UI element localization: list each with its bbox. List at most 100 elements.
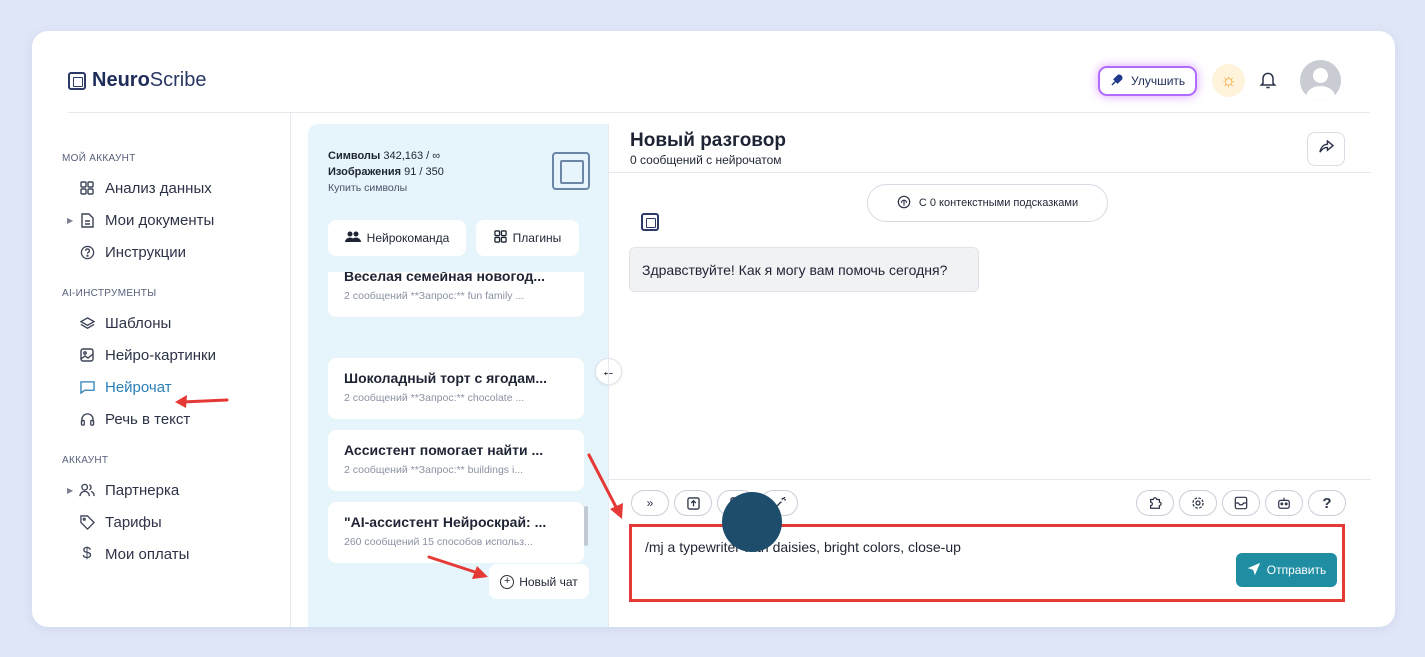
chat-header-divider <box>609 172 1371 173</box>
sidebar-item-my-payments[interactable]: $ Мои оплаты <box>62 538 282 570</box>
plugins-label: Плагины <box>512 231 562 245</box>
send-button[interactable]: Отправить <box>1236 553 1337 587</box>
neuro-team-button[interactable]: Нейрокоманда <box>328 220 466 256</box>
chat-meta: 2 сообщений **Запрос:** chocolate ... <box>344 392 525 404</box>
layers-icon <box>79 315 95 331</box>
headphones-icon <box>79 411 95 427</box>
send-label: Отправить <box>1266 563 1327 577</box>
composer-divider <box>609 479 1371 480</box>
chat-title: Веселая семейная новогод... <box>344 272 546 284</box>
sidebar-item-neuro-images[interactable]: Нейро-картинки <box>62 339 282 371</box>
users-icon <box>79 482 95 498</box>
sidebar-item-data-analysis[interactable]: Анализ данных <box>62 172 282 204</box>
sidebar-item-label: Мои документы <box>105 211 215 229</box>
sidebar-item-label: Инструкции <box>105 243 187 261</box>
sidebar: МОЙ АККАУНТ Анализ данных ▶ Мои документ… <box>62 141 282 570</box>
chat-history-list: Веселая семейная новогод... 2 сообщений … <box>328 272 584 602</box>
sidebar-item-label: Речь в текст <box>105 410 191 428</box>
send-icon <box>1247 562 1261 579</box>
sidebar-item-label: Партнерка <box>105 481 180 499</box>
buy-symbols-link[interactable]: Купить символы <box>328 180 444 196</box>
template-icon[interactable] <box>1222 490 1260 516</box>
sidebar-item-tariffs[interactable]: Тарифы <box>62 506 282 538</box>
team-label: Нейрокоманда <box>366 231 450 245</box>
share-icon <box>1318 139 1334 158</box>
chat-list-item[interactable]: Веселая семейная новогод... 2 сообщений … <box>328 272 584 317</box>
sidebar-item-label: Мои оплаты <box>105 545 190 563</box>
sidebar-item-speech-to-text[interactable]: Речь в текст <box>62 403 282 435</box>
sidebar-section-account: МОЙ АККАУНТ <box>62 153 136 164</box>
puzzle-icon[interactable] <box>1136 490 1174 516</box>
rocket-icon <box>1110 73 1124 90</box>
sidebar-section-ai: AI-ИНСТРУМЕНТЫ <box>62 288 157 299</box>
help-button[interactable]: ? <box>1308 490 1346 516</box>
plugins-button[interactable]: Плагины <box>476 220 579 256</box>
chat-main: Новый разговор 0 сообщений с нейрочатом … <box>608 124 1371 627</box>
chat-meta: 2 сообщений **Запрос:** buildings i... <box>344 464 524 476</box>
settings-gear-icon[interactable] <box>1179 490 1217 516</box>
sidebar-item-label: Нейро-картинки <box>105 346 216 364</box>
message-input-text[interactable]: /mj a typewriter with daisies, bright co… <box>645 539 961 555</box>
sidebar-item-instructions[interactable]: Инструкции <box>62 236 282 268</box>
chat-meta: 2 сообщений **Запрос:** fun family ... <box>344 290 525 302</box>
upgrade-button[interactable]: Улучшить <box>1098 66 1198 96</box>
upload-icon[interactable] <box>674 490 712 516</box>
chevrons-down-icon[interactable]: » <box>631 490 669 516</box>
bot-logo-icon <box>641 213 659 231</box>
sidebar-item-neurochat[interactable]: Нейрочат <box>62 371 282 403</box>
chat-list-panel: Символы 342,163 / ∞ Изображения 91 / 350… <box>308 124 608 627</box>
plus-circle-icon: + <box>500 574 515 589</box>
new-chat-button[interactable]: + Новый чат <box>489 564 589 599</box>
images-label: Изображения <box>328 166 402 178</box>
sidebar-item-label: Анализ данных <box>105 179 212 197</box>
sidebar-item-templates[interactable]: Шаблоны <box>62 307 282 339</box>
caret-right-icon[interactable]: ▶ <box>67 486 73 495</box>
conversation-title: Новый разговор <box>630 130 786 151</box>
theme-toggle-sun-icon[interactable]: ☼ <box>1212 64 1245 97</box>
image-icon <box>79 347 95 363</box>
team-icon <box>344 231 361 245</box>
logo-icon <box>68 71 86 90</box>
grid-icon <box>79 180 95 196</box>
sidebar-divider <box>290 113 291 627</box>
chat-meta: 260 сообщений 15 способов использ... <box>344 536 533 548</box>
sidebar-item-label: Шаблоны <box>105 314 172 332</box>
bell-icon[interactable] <box>1255 67 1281 93</box>
chat-list-scrollbar[interactable] <box>584 506 588 546</box>
context-hints-label: С 0 контекстными подсказками <box>918 197 1079 209</box>
chat-title: "AI-ассистент Нейроскрай: ... <box>344 514 547 530</box>
avatar[interactable] <box>1300 60 1341 101</box>
plugins-grid-icon <box>493 230 507 246</box>
sidebar-item-label: Нейрочат <box>105 378 172 396</box>
chat-list-item[interactable]: "AI-ассистент Нейроскрай: ... 260 сообще… <box>328 502 584 563</box>
symbols-value: 342,163 / ∞ <box>383 150 441 162</box>
images-value: 91 / 350 <box>404 166 444 178</box>
floating-widget-button[interactable] <box>722 492 782 552</box>
dollar-icon: $ <box>82 545 92 562</box>
sidebar-section-profile: АККАУНТ <box>62 455 109 466</box>
conversation-subtitle: 0 сообщений с нейрочатом <box>630 153 782 167</box>
caret-right-icon[interactable]: ▶ <box>67 216 73 225</box>
app-window: NeuroScribe Улучшить ☼ МОЙ АККАУНТ Анали… <box>32 31 1395 627</box>
share-button[interactable] <box>1307 132 1345 166</box>
robot-icon[interactable] <box>1265 490 1303 516</box>
chat-list-item[interactable]: Ассистент помогает найти ... 2 сообщений… <box>328 430 584 491</box>
chat-icon <box>79 379 95 395</box>
symbols-label: Символы <box>328 150 381 162</box>
panel-logo-icon <box>552 152 590 190</box>
new-chat-label: Новый чат <box>519 574 578 589</box>
brand-logo[interactable]: NeuroScribe <box>68 69 207 92</box>
document-icon <box>79 212 95 228</box>
brand-name-regular: Scribe <box>149 69 207 91</box>
fingerprint-icon <box>897 195 911 212</box>
chat-title: Ассистент помогает найти ... <box>344 442 544 458</box>
chat-title: Шоколадный торт с ягодам... <box>344 370 548 386</box>
chat-list-item[interactable]: Шоколадный торт с ягодам... 2 сообщений … <box>328 358 584 419</box>
tag-icon <box>79 514 95 530</box>
help-circle-icon <box>79 244 95 260</box>
brand-name-bold: Neuro <box>92 69 150 91</box>
context-hints-button[interactable]: С 0 контекстными подсказками <box>867 184 1108 222</box>
sidebar-item-my-documents[interactable]: ▶ Мои документы <box>62 204 282 236</box>
sidebar-item-partners[interactable]: ▶ Партнерка <box>62 474 282 506</box>
upgrade-label: Улучшить <box>1131 74 1186 88</box>
